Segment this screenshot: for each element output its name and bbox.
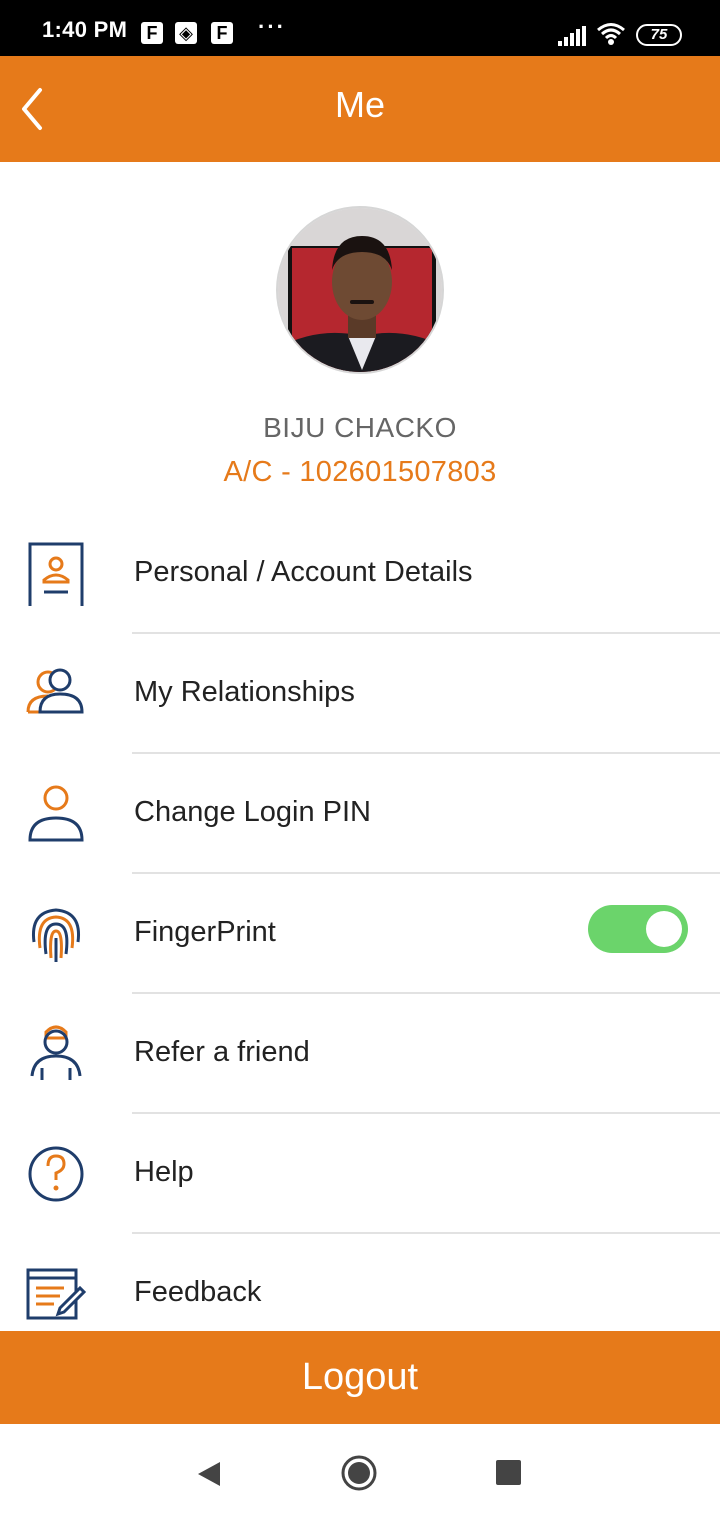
menu-item-change-login-pin[interactable]: Change Login PIN [0,754,720,874]
account-number: A/C - 102601507803 [223,456,497,488]
nav-back-icon[interactable] [196,1460,222,1488]
menu-label: Refer a friend [134,1036,310,1068]
signal-icon [558,26,586,46]
page-title: Me [334,84,385,125]
avatar[interactable] [276,206,444,374]
menu-item-my-relationships[interactable]: My Relationships [0,634,720,754]
menu-label: Personal / Account Details [134,556,473,588]
status-time: 1:40 PM [42,17,128,42]
menu-item-personal-account-details[interactable]: Personal / Account Details [0,514,720,634]
profile-name: BIJU CHACKO [263,412,457,443]
wifi-icon [597,23,625,45]
menu-item-refer-a-friend[interactable]: Refer a friend [0,994,720,1114]
settings-menu: Personal / Account Details My Relationsh… [0,514,720,1354]
menu-label: FingerPrint [134,916,276,948]
person-icon [30,1025,82,1080]
menu-item-help[interactable]: Help [0,1114,720,1234]
app-notification-icon: ◈ [175,22,197,44]
users-icon [26,668,84,714]
menu-label: Help [134,1156,194,1188]
fingerprint-icon [31,908,81,962]
nav-recent-apps-icon[interactable] [496,1460,521,1485]
more-notifications-icon: ··· [258,14,286,39]
status-bar: 1:40 PM F ◈ F ··· 75 [0,0,720,56]
fingerprint-toggle[interactable] [588,905,688,953]
battery-indicator: 75 [636,24,682,46]
facebook-icon: F [141,22,163,44]
profile-photo [278,208,442,372]
logout-button[interactable]: Logout [0,1331,720,1424]
nav-home-icon[interactable] [340,1454,378,1492]
menu-label: My Relationships [134,676,355,708]
id-card-icon [28,542,84,606]
help-icon [28,1146,84,1202]
menu-label: Change Login PIN [134,796,371,828]
navigation-bar [0,1424,720,1520]
user-icon [28,785,84,842]
facebook-icon: F [211,22,233,44]
toggle-knob [646,911,682,947]
app-bar: Me [0,56,720,162]
menu-label: Feedback [134,1276,262,1308]
feedback-icon [26,1268,87,1320]
